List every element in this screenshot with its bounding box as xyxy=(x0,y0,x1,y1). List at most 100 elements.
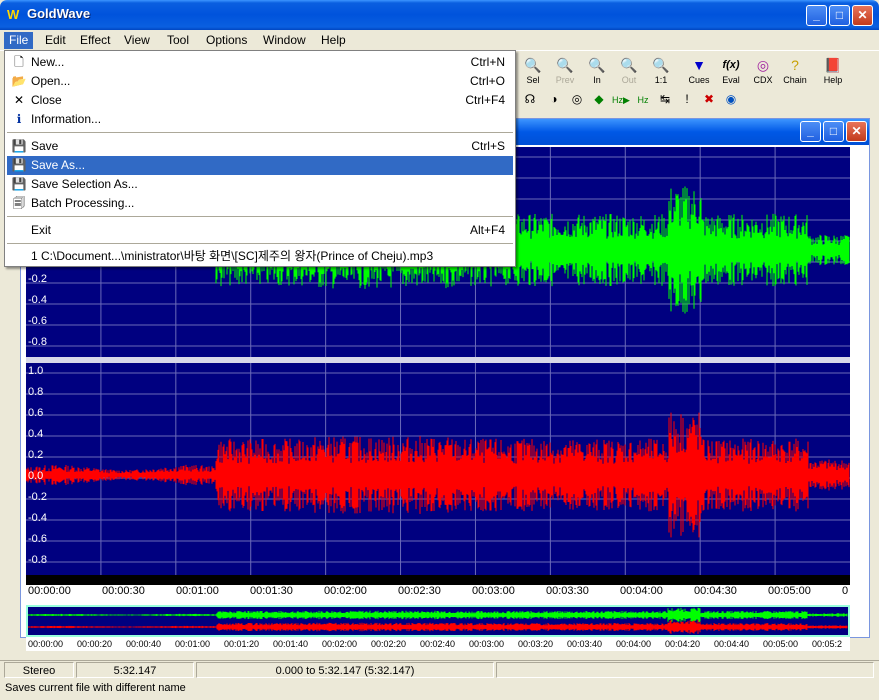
menu-batch-processing[interactable]: 🗐 Batch Processing... xyxy=(7,194,513,213)
overview-right-path xyxy=(28,620,848,634)
overview-time-label: 00:02:00 xyxy=(322,639,358,649)
zoom-prev-icon: 🔍 xyxy=(556,57,574,73)
zoom-prev-button[interactable]: 🔍 Prev xyxy=(550,55,580,89)
cues-button[interactable]: ▼ Cues xyxy=(684,55,714,89)
menu-tool[interactable]: Tool xyxy=(162,32,194,49)
effect-btn-8[interactable]: ! xyxy=(677,89,697,109)
channels-status: Stereo xyxy=(4,662,74,678)
child-close-button[interactable]: ✕ xyxy=(846,121,867,142)
right-axis-label: 0.8 xyxy=(28,386,44,398)
help-button[interactable]: 📕 Help xyxy=(818,55,848,89)
menu-information[interactable]: ℹ Information... xyxy=(7,110,513,129)
zoom-full-button[interactable]: 🔍 1:1 xyxy=(646,55,676,89)
overview-time-label: 00:05:2 xyxy=(812,639,843,649)
effect-btn-9[interactable]: ✖ xyxy=(699,89,719,109)
effect-btn-6[interactable]: Hz xyxy=(633,89,653,109)
hint-text: Saves current file with different name xyxy=(5,682,186,694)
status-bar: Stereo 5:32.147 0.000 to 5:32.147 (5:32.… xyxy=(0,660,879,678)
zoom-selection-button[interactable]: 🔍 Sel xyxy=(518,55,548,89)
length-status: 5:32.147 xyxy=(76,662,194,678)
child-minimize-button[interactable]: _ xyxy=(800,121,821,142)
menu-save[interactable]: 💾 Save Ctrl+S xyxy=(7,137,513,156)
save-disk-icon: 💾 xyxy=(11,139,27,153)
menu-effect[interactable]: Effect xyxy=(75,32,115,49)
time-label: 0 xyxy=(842,585,849,597)
overview-time-label: 00:04:00 xyxy=(616,639,652,649)
batch-icon: 🗐 xyxy=(13,196,25,210)
menu-file[interactable]: File xyxy=(4,32,34,49)
info-icon: ℹ xyxy=(16,112,22,126)
menu-exit[interactable]: Exit Alt+F4 xyxy=(7,221,513,240)
overview-time-label: 00:00:40 xyxy=(126,639,162,649)
right-axis-label: 0.4 xyxy=(28,428,44,440)
cdx-button[interactable]: ◎ CDX xyxy=(748,55,778,89)
child-maximize-button[interactable]: □ xyxy=(823,121,844,142)
menu-separator xyxy=(7,243,513,244)
save-as-disk-icon: 💾 xyxy=(11,158,27,172)
menu-new[interactable]: 🗋 New... Ctrl+N xyxy=(7,53,513,72)
cues-icon: ▼ xyxy=(692,57,706,73)
right-axis-label: -0.8 xyxy=(28,554,47,566)
overview-time-label: 00:05:00 xyxy=(763,639,799,649)
overview-time-ruler: 00:00:00 00:00:20 00:00:40 00:01:00 00:01:20… xyxy=(26,637,850,651)
right-axis-label: 0.6 xyxy=(28,407,44,419)
overview-plot xyxy=(28,607,848,634)
menu-recent-file-1[interactable]: 1 C:\Document...\ministrator\바탕 화면\[SC]제… xyxy=(7,247,513,266)
eval-button[interactable]: f(x) Eval xyxy=(716,55,746,89)
menu-close[interactable]: ✕ Close Ctrl+F4 xyxy=(7,91,513,110)
menu-options[interactable]: Options xyxy=(201,32,252,49)
zoom-out-icon: 🔍 xyxy=(620,57,638,73)
time-ruler[interactable]: 00:00:00 00:00:30 00:01:00 00:01:30 00:0… xyxy=(26,575,850,605)
window-title: GoldWave xyxy=(27,6,91,21)
zoom-out-button[interactable]: 🔍 Out xyxy=(614,55,644,89)
menu-view[interactable]: View xyxy=(119,32,155,49)
time-label: 00:03:00 xyxy=(472,585,515,597)
overview-time-label: 00:03:20 xyxy=(518,639,554,649)
time-label: 00:00:30 xyxy=(102,585,145,597)
overview-left-path xyxy=(28,607,848,623)
menu-edit[interactable]: Edit xyxy=(40,32,71,49)
left-axis-label: -0.2 xyxy=(28,273,47,285)
menu-open[interactable]: 📂 Open... Ctrl+O xyxy=(7,72,513,91)
overview-time-label: 00:01:20 xyxy=(224,639,260,649)
zoom-in-button[interactable]: 🔍 In xyxy=(582,55,612,89)
left-axis-label: -0.4 xyxy=(28,294,47,306)
time-label: 00:02:00 xyxy=(324,585,367,597)
effect-btn-10[interactable]: ◉ xyxy=(721,89,741,109)
effect-btn-7[interactable]: ↹ xyxy=(655,89,675,109)
effect-btn-1[interactable]: ☊ xyxy=(520,89,540,109)
hz-play-icon: Hz▶ xyxy=(612,95,630,105)
echo-icon: ◎ xyxy=(571,92,583,106)
menu-save-selection-as[interactable]: 💾 Save Selection As... xyxy=(7,175,513,194)
maximize-button[interactable]: □ xyxy=(829,5,850,26)
effect-btn-2[interactable]: ◑ xyxy=(544,89,564,109)
goldwave-logo-icon: W xyxy=(7,7,20,22)
effect-btn-4[interactable]: ◆ xyxy=(589,89,609,109)
minimize-button[interactable]: _ xyxy=(806,5,827,26)
overview-time-label: 00:04:20 xyxy=(665,639,701,649)
overview-time-label: 00:00:20 xyxy=(77,639,113,649)
menu-help[interactable]: Help xyxy=(316,32,351,49)
overview-time-label: 00:03:00 xyxy=(469,639,505,649)
cd-icon: ◎ xyxy=(756,57,770,73)
right-channel-waveform[interactable]: 1.0 0.8 0.6 0.4 0.2 0.0 -0.2 -0.4 -0.6 -… xyxy=(26,363,850,575)
effect-btn-3[interactable]: ◎ xyxy=(567,89,587,109)
chain-button[interactable]: ? Chain xyxy=(780,55,810,89)
time-icon: ◉ xyxy=(725,92,737,106)
overview-time-label: 00:02:40 xyxy=(420,639,456,649)
close-button[interactable]: ✕ xyxy=(852,5,873,26)
overview-waveform[interactable] xyxy=(26,605,850,637)
menu-window[interactable]: Window xyxy=(258,32,311,49)
right-axis-label: -0.4 xyxy=(28,512,47,524)
menu-save-as[interactable]: 💾 Save As... xyxy=(7,156,513,175)
open-folder-icon: 📂 xyxy=(11,74,27,88)
time-label: 00:03:30 xyxy=(546,585,589,597)
right-axis-label: -0.2 xyxy=(28,491,47,503)
menu-separator xyxy=(7,216,513,217)
overview-time-label: 00:03:40 xyxy=(567,639,603,649)
effect-btn-5[interactable]: Hz▶ xyxy=(611,89,631,109)
hint-bar: Saves current file with different name xyxy=(0,679,879,700)
search-icon: 🔍 xyxy=(524,57,542,73)
overview-time-label: 00:01:00 xyxy=(175,639,211,649)
title-bar[interactable]: W GoldWave _ □ ✕ xyxy=(0,0,879,30)
